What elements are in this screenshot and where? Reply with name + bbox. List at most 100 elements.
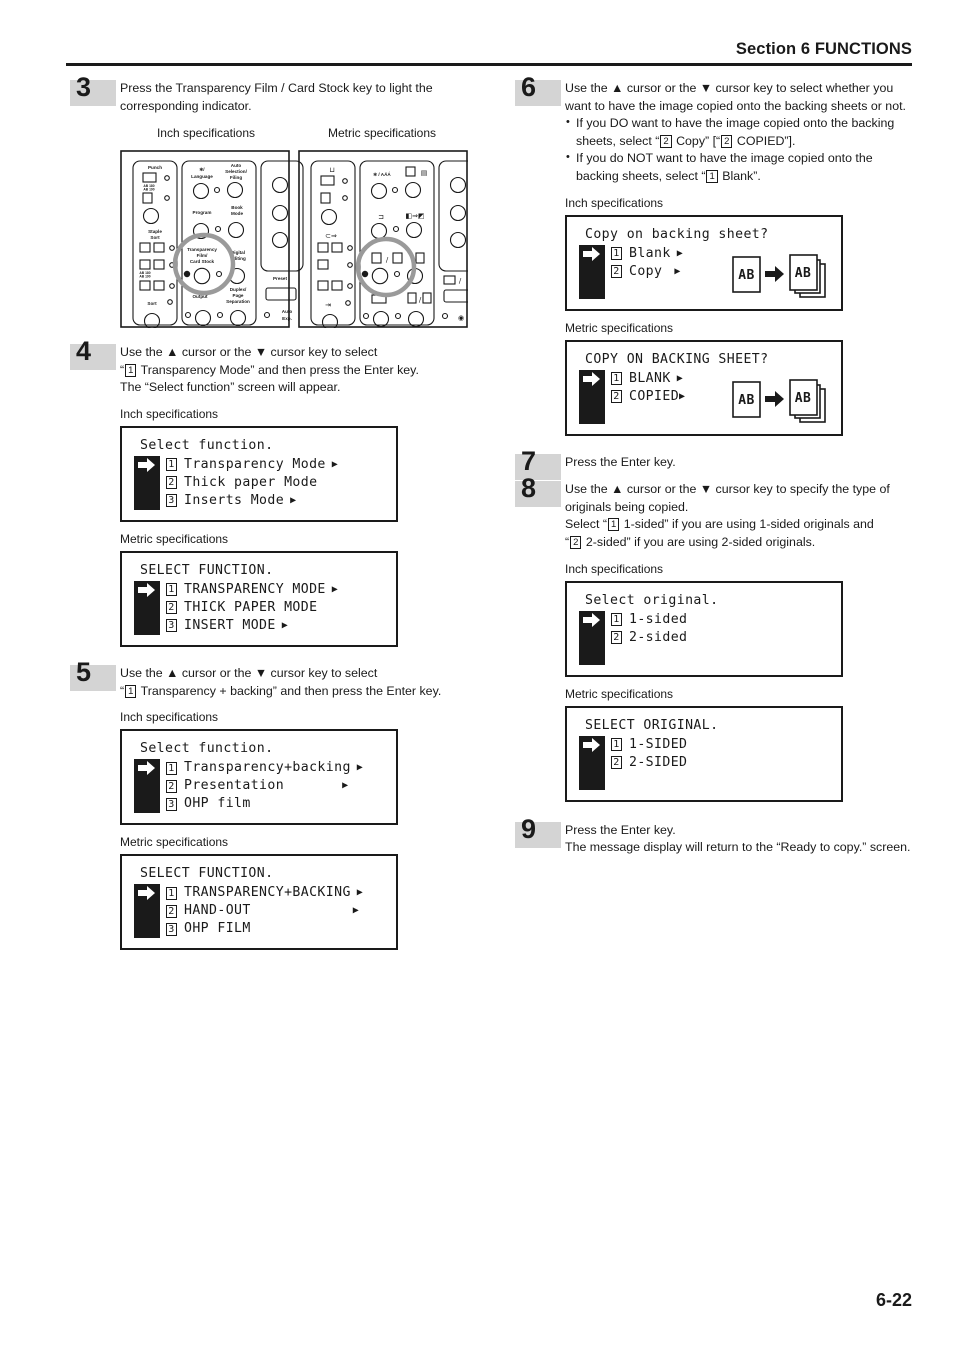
step-8-line-2-a: Select “ [565, 517, 608, 532]
step-9-number: 9 [521, 813, 536, 844]
lcd-option-row[interactable]: 1 1-sided [577, 611, 831, 629]
option-label: HAND-OUT [184, 903, 251, 919]
step-5-line-2: “1 Transparency + backing” and then pres… [120, 683, 470, 701]
svg-text:/: / [419, 296, 422, 304]
lcd-option-row[interactable]: 2 Thick paper Mode [132, 474, 386, 492]
step-7-number: 7 [521, 445, 536, 476]
bullet-1-part-c: COPIED”]. [733, 133, 796, 148]
svg-text:Auto: Auto [231, 163, 242, 168]
step-8-line-1: Use the ▲ cursor or the ▼ cursor key to … [565, 482, 890, 514]
lcd-select-original-metric: SELECT ORIGINAL. 1 1-SIDED 2 2-SIDED [565, 705, 843, 802]
svg-text:✻/: ✻/ [199, 167, 205, 172]
step-9-line-2: The message display will return to the “… [565, 840, 911, 855]
lcd-option-row[interactable]: 2 THICK PAPER MODE [132, 599, 386, 617]
option-key: 1 [611, 247, 622, 261]
svg-text:◧⇒◩: ◧⇒◩ [405, 212, 424, 220]
svg-text:AB: AB [738, 393, 754, 408]
lcd-title: Select function. [140, 741, 274, 757]
lcd-option-row[interactable]: 3 INSERT MODE ▶ [132, 617, 386, 635]
keynum-1: 1 [125, 684, 137, 698]
lcd-option-row[interactable]: 2 HAND-OUT ▶ [132, 902, 386, 920]
control-panel-figure: .pl { fill:none; stroke:#1a1a1a; stroke-… [120, 143, 482, 331]
bullet-1-part-b: Copy” [“ [672, 133, 721, 148]
step-8-line-2: Select “1 1-sided” if you are using 1-si… [565, 516, 915, 534]
lcd-title: Select original. [585, 592, 719, 608]
lcd-option-row[interactable]: 1 Transparency+backing ▶ [132, 759, 386, 777]
caption-metric-select-function: Metric specifications [120, 531, 229, 546]
lcd-select-function-inch: Select function. 1 Transparency Mode ▶ 2… [120, 425, 398, 522]
step-4-line-3: The “Select function” screen will appear… [120, 380, 341, 395]
step-5-body: Use the ▲ cursor or the ▼ cursor key to … [120, 665, 470, 700]
lcd-option-row[interactable]: 2 2-sided [577, 629, 831, 647]
lcd-rows: 1 Transparency Mode ▶ 2 Thick paper Mode… [132, 455, 386, 510]
step-6: 6 Use the ▲ cursor or the ▼ cursor key t… [515, 74, 915, 186]
svg-text:Book: Book [231, 205, 243, 210]
step-6-number: 6 [521, 72, 536, 102]
step-3-text: Press the Transparency Film / Card Stock… [120, 81, 433, 113]
step-6-bullets: If you DO want to have the image copied … [565, 114, 915, 185]
svg-text:Mode: Mode [231, 211, 243, 216]
step-4-body: Use the ▲ cursor or the ▼ cursor key to … [120, 344, 470, 397]
caption-inch-select-function: Inch specifications [120, 406, 219, 421]
caption-metric-select-original: Metric specifications [565, 686, 674, 701]
caption-metric-backing: Metric specifications [565, 320, 674, 335]
lcd-option-row[interactable]: 2 Presentation ▶ [132, 777, 386, 795]
step-4-number: 4 [76, 336, 91, 367]
transparency-key-highlight-inch [172, 232, 236, 296]
step-7-body: Press the Enter key. [565, 454, 915, 472]
lcd-option-row[interactable]: 1 TRANSPARENCY+BACKING ▶ [132, 884, 386, 902]
lcd-title: COPY ON BACKING SHEET? [585, 351, 769, 367]
lcd-option-row[interactable]: 2 2-SIDED [577, 754, 831, 772]
caption-inch-select-original: Inch specifications [565, 561, 664, 576]
lcd-transparency-submenu-inch: Select function. 1 Transparency+backing … [120, 729, 398, 826]
lcd-option-row[interactable]: 1 1-SIDED [577, 736, 831, 754]
svg-text:Staple: Staple [148, 229, 162, 234]
lcd-title: SELECT FUNCTION. [140, 866, 274, 882]
option-key: 1 [166, 761, 177, 775]
page-header: Section 6 FUNCTIONS [66, 40, 912, 66]
metric-control-panel: ⊔ ⊂⇒ ⇥ ✻ / AÄÁ ▤ ⊐ ◧⇒◩ / / / ◉ [298, 150, 482, 331]
lcd-option-row[interactable]: 3 Inserts Mode ▶ [132, 492, 386, 510]
backing-sheet-illustration: AB AB [732, 378, 826, 423]
svg-text:◉: ◉ [458, 314, 464, 322]
lcd-option-row[interactable]: 3 OHP FILM [132, 920, 386, 938]
submenu-arrow-icon: ▶ [676, 372, 684, 384]
lcd-spacer-row [577, 772, 831, 790]
keynum-1: 1 [706, 169, 718, 183]
right-column: 6 Use the ▲ cursor or the ▼ cursor key t… [515, 74, 915, 863]
option-key: 1 [166, 583, 177, 597]
lcd-option-row[interactable]: 1 Transparency Mode ▶ [132, 456, 386, 474]
inch-control-panel: Punch AB 180 AB 190 Staple Sort AB 180 A… [120, 150, 304, 330]
option-key: 1 [166, 886, 177, 900]
svg-text:Preset: Preset [273, 276, 288, 281]
caption-inch-select-transparency: Inch specifications [120, 710, 219, 725]
svg-text:Sort: Sort [147, 301, 157, 306]
option-key: 1 [611, 372, 622, 386]
svg-text:⇥: ⇥ [325, 301, 331, 309]
step-8-line-3-a: “ [565, 534, 570, 549]
svg-text:Punch: Punch [148, 165, 162, 170]
step-4-line-2: “1 Transparency Mode” and then press the… [120, 362, 470, 380]
step-6-bullet-1: If you DO want to have the image copied … [565, 114, 915, 150]
option-key: 3 [166, 922, 177, 936]
lcd-select-function-metric: SELECT FUNCTION. 1 TRANSPARENCY MODE ▶ 2… [120, 550, 398, 647]
section-title: Section 6 FUNCTIONS [735, 40, 912, 58]
lcd-title: SELECT ORIGINAL. [585, 717, 719, 733]
svg-text:AB: AB [795, 391, 811, 406]
lcd-option-row[interactable]: 1 TRANSPARENCY MODE ▶ [132, 581, 386, 599]
lcd-rows: 1 1-SIDED 2 2-SIDED [577, 735, 831, 790]
lcd-option-row[interactable]: 3 OHP film [132, 795, 386, 813]
option-key: 2 [611, 631, 622, 645]
step-8-body: Use the ▲ cursor or the ▼ cursor key to … [565, 481, 915, 551]
svg-text:Auto: Auto [282, 309, 293, 314]
lcd-backing-sheet-inch: Copy on backing sheet? 1 Blank ▶ 2 Copy … [565, 214, 843, 311]
step-8-number-badge: 8 [515, 475, 561, 508]
option-label: Copy [629, 263, 663, 279]
lcd-spacer-row [577, 647, 831, 665]
svg-text:▤: ▤ [421, 169, 428, 177]
svg-text:Language: Language [191, 174, 213, 179]
step-9-line-1: Press the Enter key. [565, 822, 676, 837]
option-label: 2-SIDED [629, 754, 688, 770]
svg-text:Card Stock: Card Stock [190, 259, 215, 264]
option-key: 2 [166, 779, 177, 793]
